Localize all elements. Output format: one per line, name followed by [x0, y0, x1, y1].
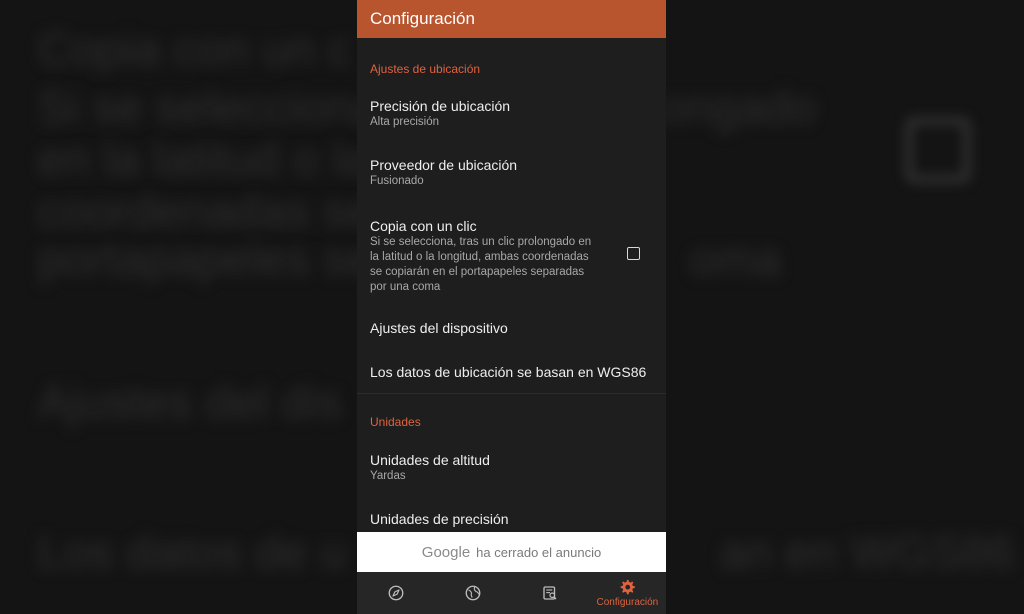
phone-screen: Configuración Ajustes de ubicación Preci…: [357, 0, 666, 614]
setting-one-click-copy[interactable]: Copia con un clic Si se selecciona, tras…: [357, 217, 666, 295]
nav-tab-settings[interactable]: Configuración: [589, 572, 666, 614]
bg-text: portapapeles sep: [38, 233, 399, 285]
setting-summary: Alta precisión: [370, 116, 440, 128]
ad-banner[interactable]: Google ha cerrado el anuncio: [357, 532, 666, 572]
setting-summary: Fusionado: [370, 175, 424, 187]
setting-summary: Si se selecciona, tras un clic prolongad…: [370, 236, 592, 293]
setting-location-provider[interactable]: Proveedor de ubicación Fusionado: [357, 156, 666, 189]
gear-icon: [621, 579, 636, 595]
app-bar: Configuración: [357, 0, 666, 38]
setting-device-settings[interactable]: Ajustes del dispositivo: [357, 319, 666, 337]
bg-text: an en WGS86: [720, 526, 1015, 578]
nav-tab-compass[interactable]: [357, 572, 434, 614]
bg-text: en la latitud o la l: [38, 133, 394, 185]
bg-text: ongado: [660, 81, 817, 133]
bg-checkbox: [906, 118, 970, 182]
bottom-navigation: Configuración: [357, 572, 666, 614]
setting-title: Los datos de ubicación se basan en WGS86: [370, 364, 647, 380]
setting-precision-units[interactable]: Unidades de precisión: [357, 510, 666, 528]
setting-altitude-units[interactable]: Unidades de altitud Yardas: [357, 451, 666, 484]
bg-text: Ajustes del dis: [38, 376, 343, 428]
bg-text: Los datos de u: [38, 526, 347, 578]
setting-title: Unidades de altitud: [370, 452, 490, 468]
section-header-location: Ajustes de ubicación: [370, 62, 481, 76]
setting-title: Unidades de precisión: [370, 511, 509, 527]
bg-text: coordenadas se c: [38, 185, 410, 237]
setting-location-precision[interactable]: Precisión de ubicación Alta precisión: [357, 97, 666, 130]
setting-title: Copia con un clic: [370, 218, 477, 234]
page-title: Configuración: [370, 9, 475, 28]
google-logo: Google: [421, 543, 471, 561]
globe-icon: [465, 585, 481, 601]
setting-summary: Yardas: [370, 470, 406, 482]
compass-icon: [388, 585, 404, 601]
ad-closed-text: ha cerrado el anuncio: [476, 544, 602, 560]
setting-title: Ajustes del dispositivo: [370, 320, 508, 336]
section-header-units: Unidades: [370, 415, 421, 429]
log-search-icon: [543, 586, 557, 600]
bg-text: oma: [690, 233, 781, 285]
settings-list[interactable]: Ajustes de ubicación Precisión de ubicac…: [357, 38, 666, 532]
setting-title: Proveedor de ubicación: [370, 157, 518, 173]
setting-wgs-info[interactable]: Los datos de ubicación se basan en WGS86: [357, 363, 666, 381]
bg-text: Si se selecciona,: [38, 81, 392, 133]
nav-tab-log[interactable]: [512, 572, 589, 614]
one-click-copy-checkbox[interactable]: [627, 247, 640, 260]
setting-title: Precisión de ubicación: [370, 98, 511, 114]
nav-tab-map[interactable]: [434, 572, 511, 614]
bg-text: Copia con un c: [38, 23, 352, 75]
nav-tab-settings-label: Configuración: [596, 597, 659, 608]
